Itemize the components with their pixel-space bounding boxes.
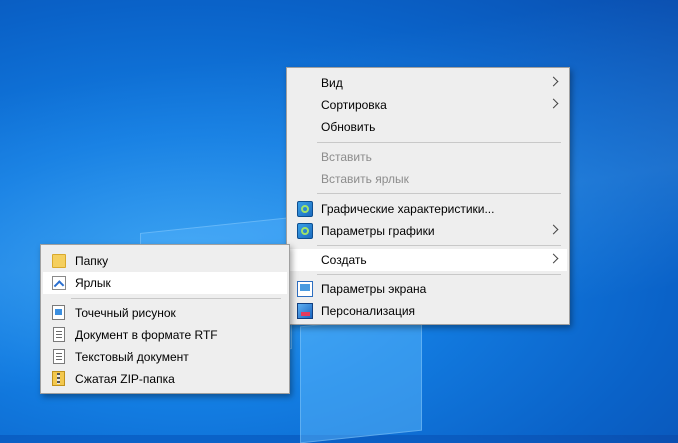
folder-icon	[52, 254, 66, 268]
text-document-icon	[53, 349, 65, 364]
menu-separator	[317, 193, 561, 194]
submenu-item-bitmap[interactable]: Точечный рисунок	[43, 302, 287, 324]
create-submenu: Папку Ярлык Точечный рисунок Документ в …	[40, 244, 290, 394]
menu-item-personalization[interactable]: Персонализация	[289, 300, 567, 322]
wallpaper-window-pane	[300, 313, 422, 443]
chevron-right-icon	[548, 224, 559, 235]
menu-item-label: Вставить	[321, 150, 372, 164]
menu-item-view[interactable]: Вид	[289, 72, 567, 94]
chevron-right-icon	[548, 253, 559, 264]
personalization-icon	[297, 303, 313, 319]
menu-item-label: Параметры графики	[321, 224, 435, 238]
zip-folder-icon	[52, 371, 65, 386]
menu-item-label: Точечный рисунок	[75, 306, 176, 320]
menu-item-display-settings[interactable]: Параметры экрана	[289, 278, 567, 300]
menu-item-paste-shortcut: Вставить ярлык	[289, 168, 567, 190]
menu-item-label: Ярлык	[75, 276, 111, 290]
menu-item-label: Сортировка	[321, 98, 387, 112]
submenu-item-shortcut[interactable]: Ярлык	[43, 272, 287, 294]
menu-item-label: Папку	[75, 254, 109, 268]
bitmap-icon	[52, 305, 65, 320]
chevron-right-icon	[548, 76, 559, 87]
submenu-item-text-document[interactable]: Текстовый документ	[43, 346, 287, 368]
menu-item-new[interactable]: Создать	[289, 249, 567, 271]
shortcut-icon	[52, 276, 66, 290]
desktop-context-menu: Вид Сортировка Обновить Вставить Вставит…	[286, 67, 570, 325]
submenu-item-folder[interactable]: Папку	[43, 250, 287, 272]
menu-item-refresh[interactable]: Обновить	[289, 116, 567, 138]
menu-item-label: Обновить	[321, 120, 376, 134]
menu-item-label: Вставить ярлык	[321, 172, 409, 186]
menu-item-graphics-options[interactable]: Параметры графики	[289, 220, 567, 242]
menu-separator	[317, 245, 561, 246]
menu-item-label: Персонализация	[321, 304, 416, 318]
submenu-item-rtf-document[interactable]: Документ в формате RTF	[43, 324, 287, 346]
menu-item-graphics-properties[interactable]: Графические характеристики...	[289, 198, 567, 220]
graphics-icon	[297, 223, 313, 239]
submenu-item-zip-folder[interactable]: Сжатая ZIP-папка	[43, 368, 287, 390]
menu-item-label: Текстовый документ	[75, 350, 189, 364]
menu-item-label: Вид	[321, 76, 343, 90]
menu-item-sort[interactable]: Сортировка	[289, 94, 567, 116]
menu-separator	[317, 274, 561, 275]
menu-item-label: Документ в формате RTF	[75, 328, 218, 342]
display-icon	[297, 281, 313, 297]
graphics-icon	[297, 201, 313, 217]
menu-item-label: Сжатая ZIP-папка	[75, 372, 175, 386]
menu-item-paste: Вставить	[289, 146, 567, 168]
menu-item-label: Создать	[321, 253, 367, 267]
menu-separator	[71, 298, 281, 299]
rtf-document-icon	[53, 327, 65, 342]
menu-item-label: Графические характеристики...	[321, 202, 495, 216]
chevron-right-icon	[548, 98, 559, 109]
menu-separator	[317, 142, 561, 143]
menu-item-label: Параметры экрана	[321, 282, 427, 296]
